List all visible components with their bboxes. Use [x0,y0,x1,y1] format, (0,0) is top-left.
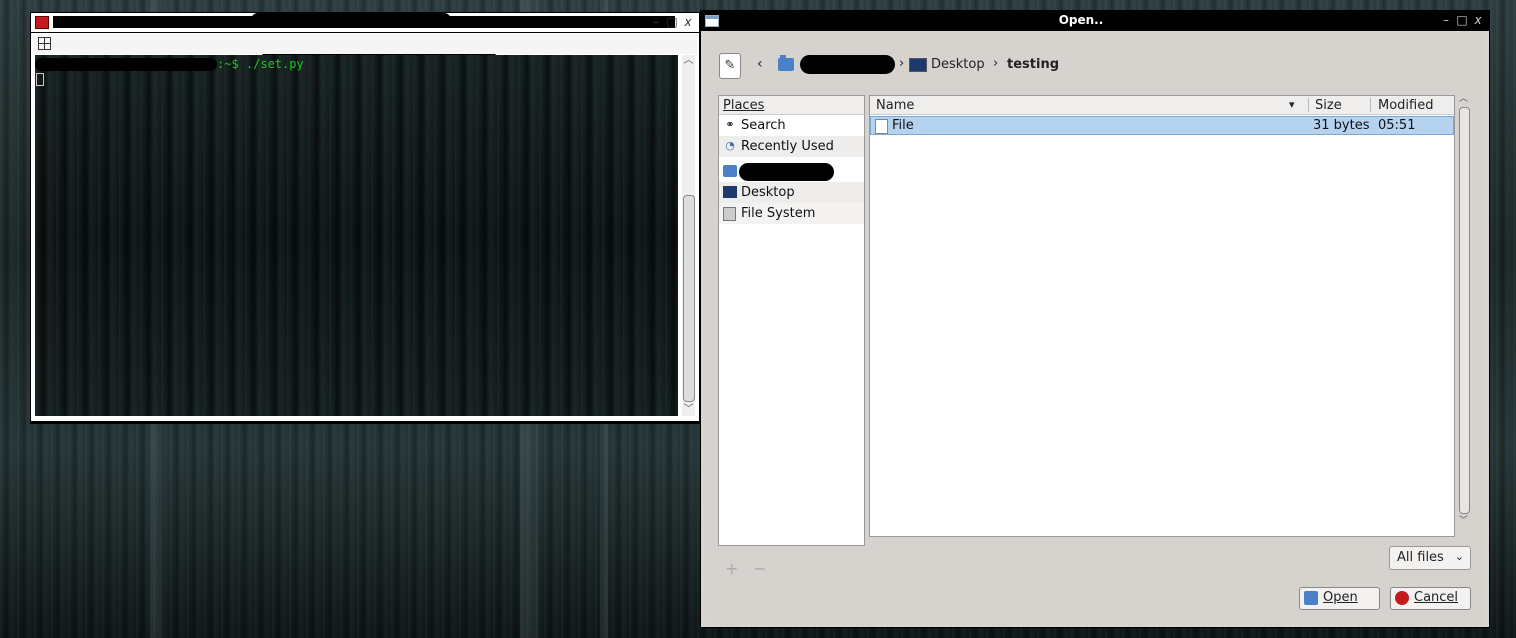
scrollbar-thumb[interactable] [683,195,695,402]
maximize-icon[interactable]: □ [665,15,679,29]
scroll-down-icon[interactable]: ﹀ [682,404,695,416]
place-label: Search [741,118,786,133]
redaction [35,58,217,71]
pencil-icon: ✎ [724,58,736,73]
place-item-file-system[interactable]: File System [719,203,864,224]
file-list-scrollbar[interactable]: ︿ ﹀ [1457,93,1471,537]
place-item-home[interactable] [719,161,864,182]
place-label: Desktop [741,185,795,200]
place-item-desktop[interactable]: Desktop [719,182,864,203]
path-button-testing[interactable]: testing [1007,57,1059,72]
column-header-modified[interactable]: Modified [1378,98,1433,113]
terminal-app-icon [35,16,49,29]
column-divider [1308,98,1309,112]
places-panel: Places ⚭ Search ◔ Recently Used Desktop … [718,95,865,546]
terminal-cursor [36,73,44,86]
path-button-desktop[interactable]: Desktop [931,57,985,72]
open-dialog: Open.. – □ x ✎ ‹ › Desktop › testing Pla… [700,10,1490,628]
open-button[interactable]: Open [1299,587,1380,610]
file-list-header: Name ▾ Size Modified [870,96,1454,115]
drive-icon [723,207,736,221]
home-folder-icon[interactable] [778,55,794,71]
type-location-button[interactable]: ✎ [719,53,741,79]
dialog-titlebar[interactable]: Open.. – □ x [701,11,1489,31]
add-bookmark-button[interactable]: + [725,559,738,578]
file-size: 31 bytes [1313,118,1370,133]
column-header-size[interactable]: Size [1315,98,1342,113]
file-modified: 05:51 [1378,118,1416,133]
home-folder-icon [723,165,737,177]
file-filter-value: All files [1397,550,1444,565]
binoculars-icon: ⚭ [725,118,735,131]
table-row[interactable]: File 31 bytes 05:51 [870,116,1454,135]
column-divider [1370,98,1371,112]
recent-icon: ◔ [725,139,735,152]
path-separator: › [899,56,905,71]
cancel-button-label: Cancel [1414,590,1459,605]
sort-chevron-down-icon[interactable]: ▾ [1289,98,1295,111]
file-icon [875,119,888,134]
scroll-up-icon[interactable]: ︿ [1457,93,1470,105]
place-label: File System [741,206,816,221]
file-filter-select[interactable]: All files ⌄ [1389,546,1471,570]
redaction [739,163,834,181]
open-icon [1304,591,1318,605]
places-title: Places [723,98,765,113]
prompt-command: :~$ ./set.py [217,57,304,71]
remove-bookmark-button[interactable]: − [753,559,766,578]
desktop-icon [723,186,737,198]
minimize-icon[interactable]: – [1439,13,1453,27]
prompt-line: :~$ ./set.py [35,57,304,71]
places-header[interactable]: Places [719,96,864,115]
redaction[interactable] [800,55,895,74]
path-separator: › [993,56,999,71]
cancel-button[interactable]: Cancel [1390,587,1471,610]
column-header-name[interactable]: Name [876,98,914,113]
chevron-down-icon: ⌄ [1454,550,1464,563]
redaction [251,13,451,27]
scrollbar-thumb[interactable] [1459,107,1470,514]
terminal-scrollbar[interactable]: ︿ ﹀ [682,55,695,416]
terminal-border [31,421,699,423]
maximize-icon[interactable]: □ [1455,13,1469,27]
scroll-down-icon[interactable]: ﹀ [1457,515,1470,527]
dialog-body: ✎ ‹ › Desktop › testing Places ⚭ Search … [705,33,1485,623]
desktop-icon[interactable] [909,58,927,72]
file-list[interactable]: Name ▾ Size Modified File 31 bytes 05:51 [869,95,1455,537]
close-icon[interactable]: x [681,15,695,29]
path-scroll-left-button[interactable]: ‹ [757,56,763,72]
terminal-output[interactable]: :~$ ./set.py [35,55,678,416]
file-name: File [892,118,914,133]
open-button-label: Open [1323,590,1358,605]
terminal-toolbar [33,34,697,54]
place-item-search[interactable]: ⚭ Search [719,115,864,136]
terminal-window: – □ x :~$ ./set.py ︿ ﹀ [30,12,700,424]
place-label: Recently Used [741,139,834,154]
place-item-recently-used[interactable]: ◔ Recently Used [719,136,864,157]
menu-grid-icon[interactable] [38,37,51,50]
scroll-up-icon[interactable]: ︿ [682,55,695,67]
dialog-title: Open.. [1058,13,1104,27]
close-icon[interactable]: x [1471,13,1485,27]
minimize-icon[interactable]: – [649,15,663,29]
cancel-icon [1395,591,1409,605]
